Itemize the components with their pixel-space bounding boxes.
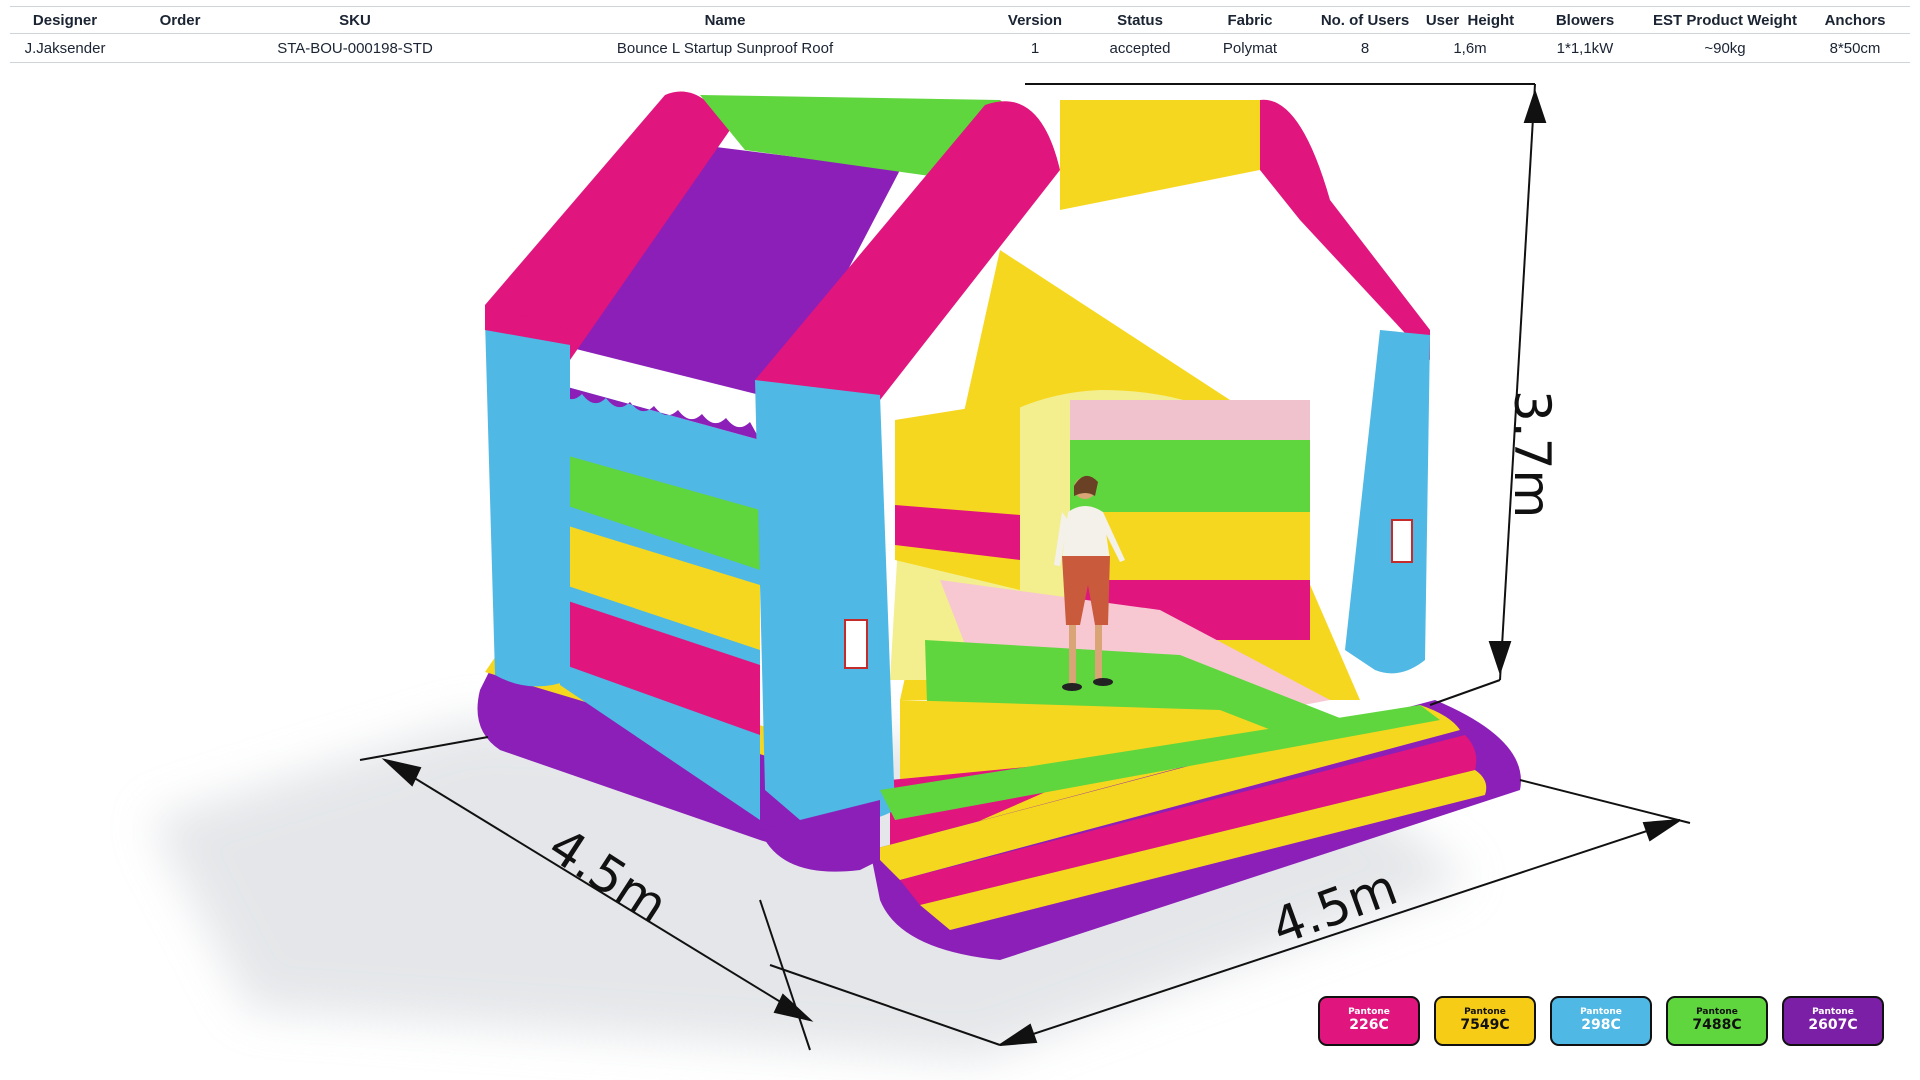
header-user-height: User Height <box>1420 6 1520 34</box>
header-status: Status <box>1090 6 1190 34</box>
roof-right-beam <box>1260 99 1430 360</box>
cell-user-height: 1,6m <box>1420 33 1520 63</box>
swatch-298c: Pantone 298C <box>1550 996 1652 1046</box>
swatch-brand: Pantone <box>1580 1007 1622 1017</box>
cell-users: 8 <box>1310 33 1420 63</box>
dim-height-label: 3.7m <box>1503 390 1561 518</box>
swatch-code: 226C <box>1349 1017 1389 1033</box>
swatch-brand: Pantone <box>1464 1007 1506 1017</box>
pillar-front-left <box>755 380 895 824</box>
header-weight: EST Product Weight <box>1650 6 1800 34</box>
swatch-7549c: Pantone 7549C <box>1434 996 1536 1046</box>
safety-sticker-right <box>1391 519 1413 563</box>
swatch-code: 2607C <box>1808 1017 1858 1033</box>
front-gable <box>1060 100 1286 210</box>
cell-order <box>120 33 240 63</box>
cell-designer: J.Jaksender <box>10 33 120 63</box>
pillar-front-right <box>1345 330 1430 674</box>
header-designer: Designer <box>10 6 120 34</box>
cell-version: 1 <box>980 33 1090 63</box>
cell-sku: STA-BOU-000198-STD <box>240 33 470 63</box>
swatch-code: 298C <box>1581 1017 1621 1033</box>
swatch-code: 7549C <box>1460 1017 1510 1033</box>
back-stripe-green <box>1070 440 1310 512</box>
cell-status: accepted <box>1090 33 1190 63</box>
header-blowers: Blowers <box>1520 6 1650 34</box>
swatch-226c: Pantone 226C <box>1318 996 1420 1046</box>
back-stripe-pink <box>1070 400 1310 440</box>
header-name: Name <box>470 6 980 34</box>
cell-anchors: 8*50cm <box>1800 33 1910 63</box>
header-version: Version <box>980 6 1090 34</box>
swatch-7488c: Pantone 7488C <box>1666 996 1768 1046</box>
spec-table: Designer Order SKU Name Version Status F… <box>10 6 1910 63</box>
header-sku: SKU <box>240 6 470 34</box>
cell-blowers: 1*1,1kW <box>1520 33 1650 63</box>
swatch-brand: Pantone <box>1348 1007 1390 1017</box>
interior-left-wall <box>895 400 1020 590</box>
header-fabric: Fabric <box>1190 6 1310 34</box>
swatch-2607c: Pantone 2607C <box>1782 996 1884 1046</box>
cell-name: Bounce L Startup Sunproof Roof <box>470 33 980 63</box>
spec-data-row: J.Jaksender STA-BOU-000198-STD Bounce L … <box>10 33 1910 63</box>
swatch-brand: Pantone <box>1812 1007 1854 1017</box>
safety-sticker-left <box>844 619 868 669</box>
spec-header-row: Designer Order SKU Name Version Status F… <box>10 6 1910 34</box>
header-order: Order <box>120 6 240 34</box>
swatch-code: 7488C <box>1692 1017 1742 1033</box>
header-anchors: Anchors <box>1800 6 1910 34</box>
cell-fabric: Polymat <box>1190 33 1310 63</box>
bouncy-castle-render: 3.7m 4.5m 4.5m <box>150 83 1691 1060</box>
cell-weight: ~90kg <box>1650 33 1800 63</box>
pillar-back-left <box>485 320 570 687</box>
header-users: No. of Users <box>1310 6 1420 34</box>
swatch-brand: Pantone <box>1696 1007 1738 1017</box>
